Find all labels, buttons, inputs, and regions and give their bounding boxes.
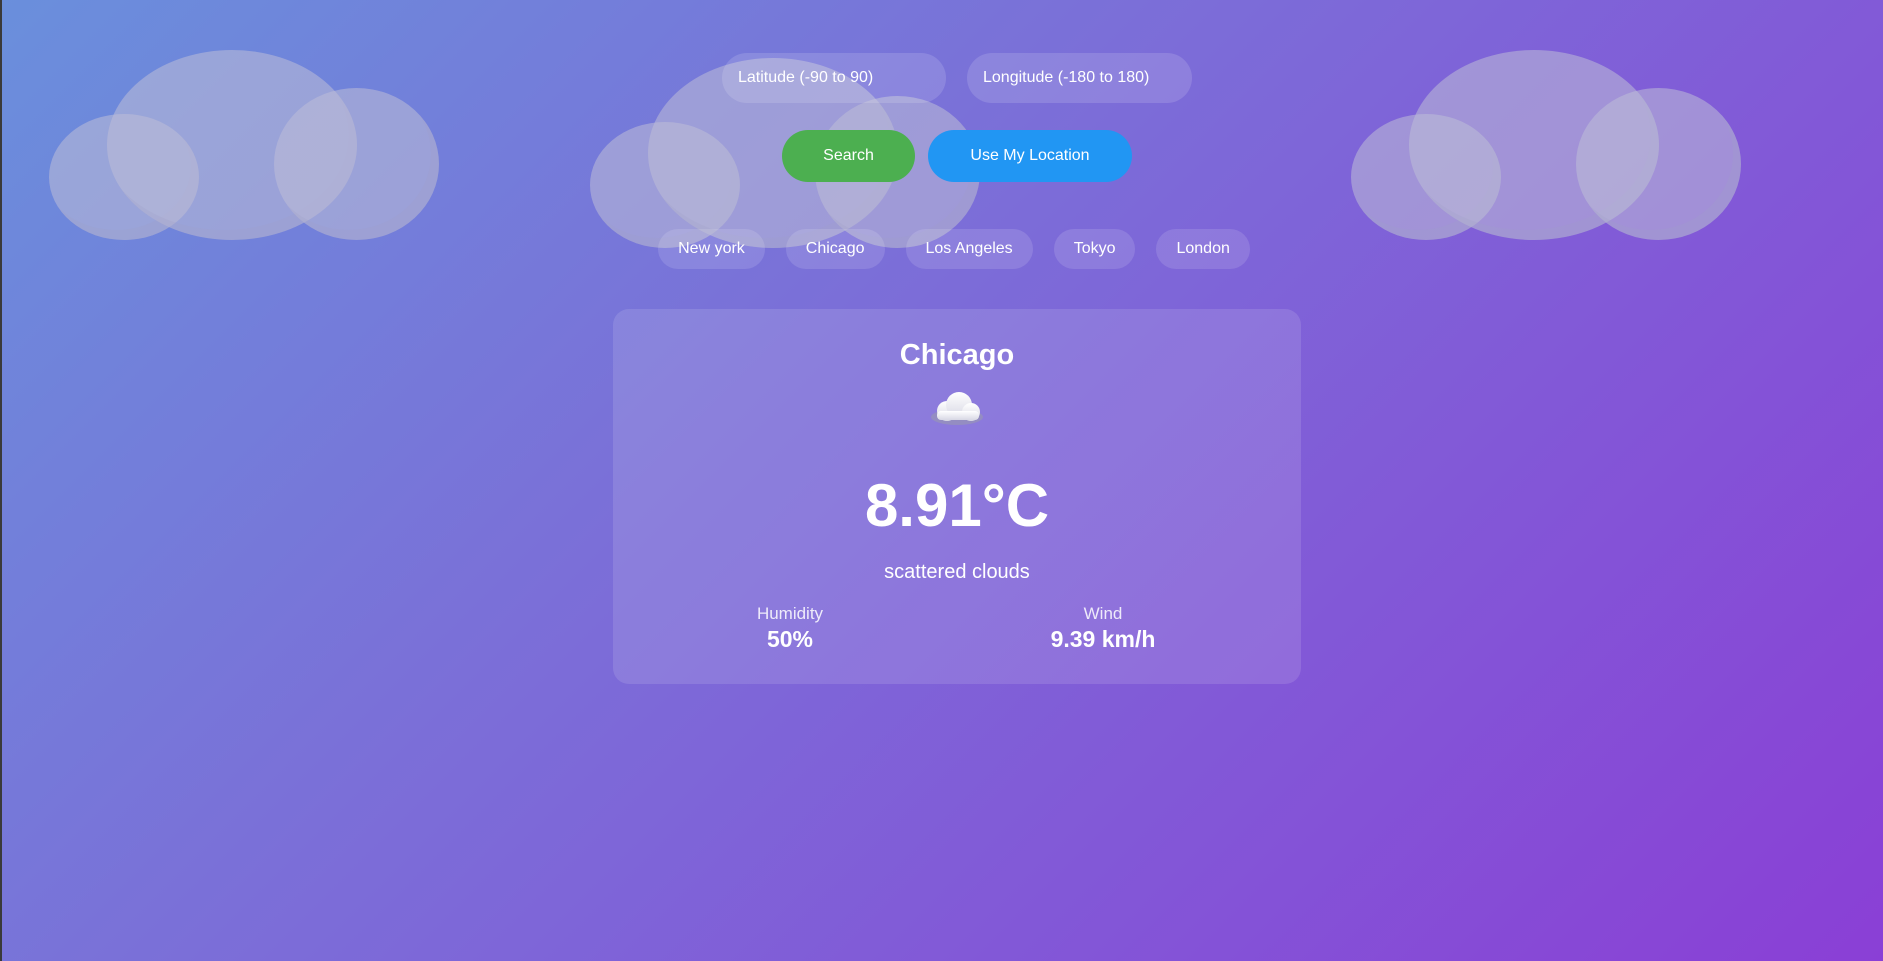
window-edge xyxy=(0,0,2,961)
background-cloud-left xyxy=(49,50,439,240)
temperature: 8.91°C xyxy=(864,472,1050,539)
weather-description: scattered clouds xyxy=(884,561,1030,583)
wind-label: Wind xyxy=(1083,604,1123,623)
latitude-input[interactable] xyxy=(722,53,946,103)
search-button[interactable]: Search xyxy=(782,130,915,182)
weather-card: Chicago 8.91°C scattered clouds Humidity… xyxy=(613,309,1301,684)
humidity-value: 50% xyxy=(766,626,814,652)
humidity-stat: Humidity 50% xyxy=(690,604,890,653)
city-chip-chicago[interactable]: Chicago xyxy=(785,229,885,269)
wind-value: 9.39 km/h xyxy=(1050,626,1156,652)
city-chip-los-angeles[interactable]: Los Angeles xyxy=(905,229,1033,269)
use-my-location-button[interactable]: Use My Location xyxy=(928,130,1132,182)
city-chip-tokyo[interactable]: Tokyo xyxy=(1053,229,1136,269)
longitude-input[interactable] xyxy=(967,53,1192,103)
city-chip-london[interactable]: London xyxy=(1156,229,1250,269)
background-cloud-right xyxy=(1351,50,1741,240)
cloud-icon xyxy=(927,387,987,427)
city-name: Chicago xyxy=(899,339,1015,371)
city-chip-new-york[interactable]: New york xyxy=(658,229,765,269)
wind-stat: Wind 9.39 km/h xyxy=(1003,604,1203,653)
city-shortcuts: New york Chicago Los Angeles Tokyo Londo… xyxy=(0,229,1883,269)
humidity-label: Humidity xyxy=(756,604,824,623)
